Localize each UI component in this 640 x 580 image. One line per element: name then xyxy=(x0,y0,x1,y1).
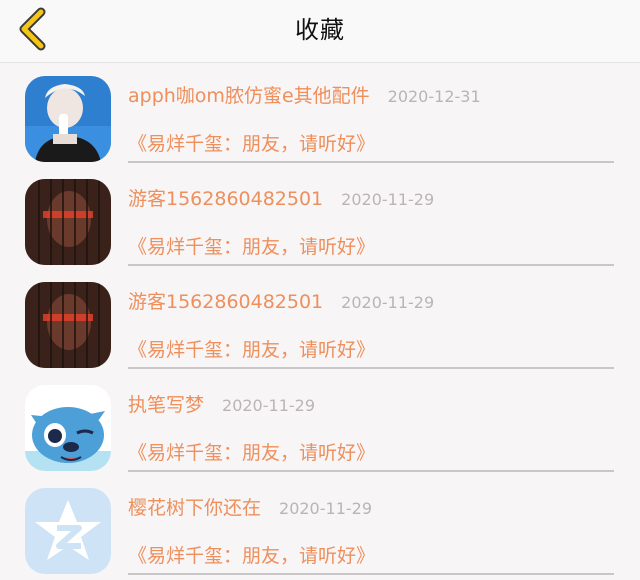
song-title[interactable]: 《易烊千玺：朋友，请听好》 xyxy=(128,438,375,465)
avatar-cartoon-stitch xyxy=(25,385,111,471)
favorites-list: apph咖om脓仿蜜e其他配件 2020-12-31 《易烊千玺：朋友，请听好》 … xyxy=(0,63,640,578)
avatar-qzone-star-logo xyxy=(25,488,111,574)
nav-header: 收藏 xyxy=(0,0,640,63)
avatar[interactable] xyxy=(25,282,111,368)
user-name[interactable]: apph咖om脓仿蜜e其他配件 xyxy=(128,85,370,107)
favorite-date: 2020-11-29 xyxy=(341,293,435,312)
song-title[interactable]: 《易烊千玺：朋友，请听好》 xyxy=(128,232,375,259)
avatar-photo-dark-portrait xyxy=(25,179,111,265)
divider xyxy=(128,161,614,163)
favorite-date: 2020-11-29 xyxy=(222,396,315,415)
song-title[interactable]: 《易烊千玺：朋友，请听好》 xyxy=(128,541,375,568)
avatar-photo-person-drinking xyxy=(25,76,111,162)
avatar[interactable] xyxy=(25,179,111,265)
song-title[interactable]: 《易烊千玺：朋友，请听好》 xyxy=(128,335,375,362)
list-item[interactable]: 游客1562860482501 2020-11-29 《易烊千玺：朋友，请听好》 xyxy=(0,166,640,269)
avatar[interactable] xyxy=(25,385,111,471)
divider xyxy=(128,264,614,266)
avatar[interactable] xyxy=(25,76,111,162)
user-name[interactable]: 执笔写梦 xyxy=(128,394,204,416)
user-name[interactable]: 游客1562860482501 xyxy=(128,291,323,313)
avatar[interactable] xyxy=(25,488,111,574)
favorite-date: 2020-12-31 xyxy=(387,87,481,106)
divider xyxy=(128,573,614,575)
divider xyxy=(128,367,614,369)
list-item[interactable]: apph咖om脓仿蜜e其他配件 2020-12-31 《易烊千玺：朋友，请听好》 xyxy=(0,63,640,166)
list-item[interactable]: 樱花树下你还在 2020-11-29 《易烊千玺：朋友，请听好》 xyxy=(0,475,640,578)
divider xyxy=(128,470,614,472)
list-item[interactable]: 执笔写梦 2020-11-29 《易烊千玺：朋友，请听好》 xyxy=(0,372,640,475)
page-title: 收藏 xyxy=(295,16,345,44)
user-name[interactable]: 游客1562860482501 xyxy=(128,188,323,210)
favorite-date: 2020-11-29 xyxy=(341,190,435,209)
song-title[interactable]: 《易烊千玺：朋友，请听好》 xyxy=(128,129,375,156)
favorite-date: 2020-11-29 xyxy=(279,499,372,518)
avatar-photo-dark-portrait xyxy=(25,282,111,368)
user-name[interactable]: 樱花树下你还在 xyxy=(128,497,261,519)
list-item[interactable]: 游客1562860482501 2020-11-29 《易烊千玺：朋友，请听好》 xyxy=(0,269,640,372)
